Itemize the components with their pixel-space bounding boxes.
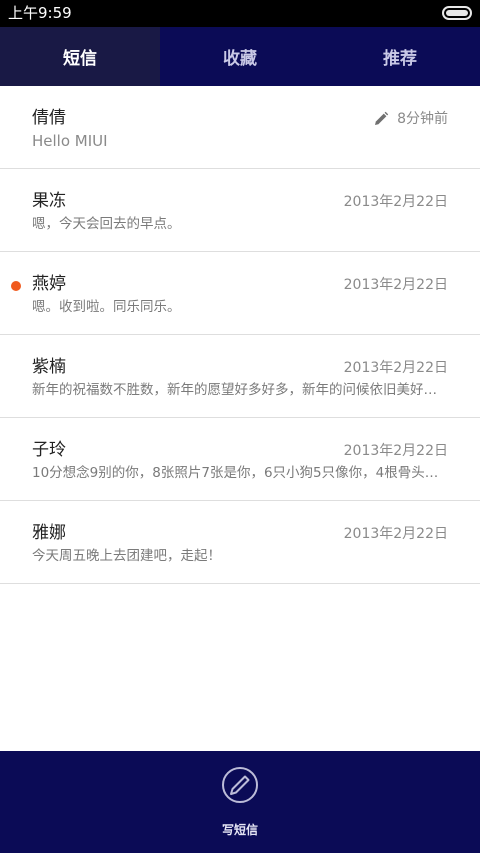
message-preview: 嗯，今天会回去的早点。 bbox=[32, 216, 181, 232]
conversation-row[interactable]: 果冻 2013年2月22日 嗯，今天会回去的早点。 bbox=[0, 169, 480, 252]
contact-name: 子玲 bbox=[32, 440, 66, 460]
tab-messages[interactable]: 短信 bbox=[0, 27, 160, 86]
conversation-date: 2013年2月22日 bbox=[343, 277, 448, 293]
contact-name: 倩倩 bbox=[32, 108, 66, 128]
conversation-date: 8分钟前 bbox=[373, 110, 448, 128]
tab-bar: 短信 收藏 推荐 bbox=[0, 27, 480, 86]
conversation-row[interactable]: 紫楠 2013年2月22日 新年的祝福数不胜数，新年的愿望好多好多，新年的问候依… bbox=[0, 335, 480, 418]
message-preview: 10分想念9别的你，8张照片7张是你，6只小狗5只像你，4根骨头… bbox=[32, 465, 439, 481]
conversation-list: 倩倩 8分钟前 Hello MIUI 果冻 2013年2月22日 嗯，今天会回去… bbox=[0, 86, 480, 584]
message-preview: 新年的祝福数不胜数，新年的愿望好多好多，新年的问候依旧美好… bbox=[32, 382, 437, 398]
compose-button[interactable]: 写短信 bbox=[200, 763, 280, 843]
conversation-row[interactable]: 倩倩 8分钟前 Hello MIUI bbox=[0, 86, 480, 169]
conversation-row[interactable]: 雅娜 2013年2月22日 今天周五晚上去团建吧，走起！ bbox=[0, 501, 480, 584]
compose-label: 写短信 bbox=[221, 823, 258, 837]
bottom-bar: 写短信 bbox=[0, 751, 480, 853]
unread-indicator bbox=[11, 281, 21, 291]
message-preview: 今天周五晚上去团建吧，走起！ bbox=[32, 548, 221, 564]
tab-favorites[interactable]: 收藏 bbox=[160, 27, 320, 86]
conversation-date: 2013年2月22日 bbox=[343, 526, 448, 542]
date-text: 8分钟前 bbox=[397, 111, 448, 127]
tab-recommended[interactable]: 推荐 bbox=[320, 27, 480, 86]
conversation-date: 2013年2月22日 bbox=[343, 194, 448, 210]
screen: 上午9:59 短信 收藏 推荐 倩倩 8分钟前 Hello MIUI 果冻 20… bbox=[0, 0, 480, 853]
status-time: 上午9:59 bbox=[8, 4, 72, 22]
contact-name: 雅娜 bbox=[32, 523, 66, 543]
conversation-row[interactable]: 燕婷 2013年2月22日 嗯。收到啦。同乐同乐。 bbox=[0, 252, 480, 335]
message-preview: Hello MIUI bbox=[32, 132, 108, 150]
message-preview: 嗯。收到啦。同乐同乐。 bbox=[32, 299, 181, 315]
conversation-date: 2013年2月22日 bbox=[343, 360, 448, 376]
conversation-date: 2013年2月22日 bbox=[343, 443, 448, 459]
pencil-icon bbox=[375, 111, 389, 125]
contact-name: 紫楠 bbox=[32, 357, 66, 377]
battery-icon bbox=[442, 6, 472, 20]
compose-icon bbox=[222, 767, 258, 803]
contact-name: 果冻 bbox=[32, 191, 66, 211]
contact-name: 燕婷 bbox=[32, 274, 66, 294]
conversation-row[interactable]: 子玲 2013年2月22日 10分想念9别的你，8张照片7张是你，6只小狗5只像… bbox=[0, 418, 480, 501]
status-bar: 上午9:59 bbox=[0, 0, 480, 27]
